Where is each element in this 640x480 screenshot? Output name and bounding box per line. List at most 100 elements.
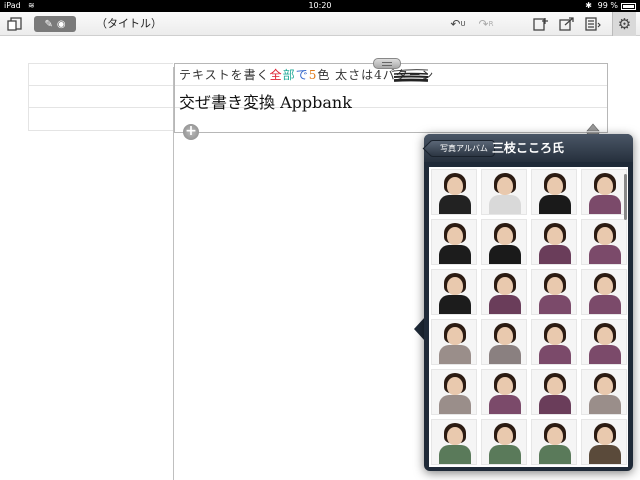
photo-face: [447, 327, 463, 345]
photo-face: [447, 177, 463, 195]
photo-thumbnail[interactable]: [531, 269, 577, 315]
photo-face: [447, 377, 463, 395]
photo-thumbnail[interactable]: [531, 169, 577, 215]
photo-body: [539, 395, 571, 414]
photo-thumbnail[interactable]: [431, 319, 477, 365]
photo-thumbnail[interactable]: [481, 169, 527, 215]
photo-body: [439, 195, 471, 214]
photo-body: [589, 395, 621, 414]
photo-album-popover: 写真アルバム 三枝こころ氏: [424, 134, 633, 471]
photo-face: [447, 427, 463, 445]
photo-body: [439, 295, 471, 314]
battery-percent: 99 %: [597, 1, 618, 10]
bluetooth-icon: ✱: [585, 1, 592, 10]
photo-face: [597, 277, 613, 295]
photo-face: [547, 327, 563, 345]
photo-body: [439, 245, 471, 264]
pencil-icon[interactable]: ✎: [44, 19, 52, 30]
photo-face: [497, 377, 513, 395]
photo-thumbnail[interactable]: [531, 319, 577, 365]
photo-face: [547, 427, 563, 445]
photo-body: [439, 445, 471, 464]
photo-body: [489, 295, 521, 314]
photo-thumbnail[interactable]: [481, 219, 527, 265]
photo-face: [497, 277, 513, 295]
photo-face: [547, 177, 563, 195]
export-icon: [559, 17, 574, 31]
ruled-line: [28, 85, 173, 86]
photo-thumbnail[interactable]: [431, 219, 477, 265]
photo-body: [589, 445, 621, 464]
photo-body: [539, 295, 571, 314]
photo-thumbnail[interactable]: [481, 319, 527, 365]
photo-thumbnail[interactable]: [481, 269, 527, 315]
photo-face: [497, 427, 513, 445]
popover-header: 写真アルバム 三枝こころ氏: [424, 134, 633, 162]
resize-handle[interactable]: [373, 58, 401, 69]
photo-thumbnail[interactable]: [431, 169, 477, 215]
photo-grid[interactable]: [429, 167, 628, 467]
toolbar: ✎ ◉ （タイトル） ↶ U ↷ R ⚙: [0, 12, 640, 36]
album-title: 三枝こころ氏: [492, 141, 565, 155]
photo-body: [439, 345, 471, 364]
photo-thumbnail[interactable]: [581, 319, 627, 365]
add-page-icon: [533, 18, 548, 31]
redo-button[interactable]: ↷ R: [476, 16, 496, 32]
photo-thumbnail[interactable]: [581, 369, 627, 415]
photo-face: [547, 377, 563, 395]
photo-body: [539, 195, 571, 214]
photo-body: [489, 395, 521, 414]
list-button[interactable]: [584, 16, 602, 32]
eye-icon[interactable]: ◉: [57, 19, 66, 30]
photo-face: [447, 227, 463, 245]
export-button[interactable]: [558, 16, 576, 32]
photo-face: [547, 277, 563, 295]
photo-body: [489, 195, 521, 214]
photo-face: [597, 377, 613, 395]
status-time: 10:20: [308, 1, 332, 10]
photo-face: [597, 227, 613, 245]
undo-icon: ↶: [450, 17, 461, 31]
photo-thumbnail[interactable]: [431, 269, 477, 315]
add-page-button[interactable]: [532, 16, 550, 32]
photo-thumbnail[interactable]: [431, 369, 477, 415]
photo-body: [589, 245, 621, 264]
photo-thumbnail[interactable]: [581, 269, 627, 315]
photo-thumbnail[interactable]: [531, 219, 577, 265]
photo-face: [597, 327, 613, 345]
edit-mode-toggle[interactable]: ✎ ◉: [34, 16, 76, 32]
photo-face: [547, 227, 563, 245]
redo-icon: ↷: [478, 17, 489, 31]
photo-thumbnail[interactable]: [581, 219, 627, 265]
photo-body: [539, 445, 571, 464]
photo-face: [497, 177, 513, 195]
settings-gear-icon[interactable]: ⚙: [612, 12, 636, 36]
text-edit-box[interactable]: テキストを書く全部で5色 太さは4パターン 交ぜ書き変換 Appbank: [174, 58, 608, 133]
photo-thumbnail[interactable]: [481, 369, 527, 415]
photo-thumbnail[interactable]: [481, 419, 527, 465]
list-icon: [585, 17, 601, 31]
photo-thumbnail[interactable]: [531, 369, 577, 415]
pages-icon[interactable]: [6, 16, 24, 32]
photo-body: [539, 245, 571, 264]
ruled-line: [28, 107, 173, 108]
photo-body: [589, 345, 621, 364]
scrollbar[interactable]: [624, 174, 627, 220]
photo-face: [497, 327, 513, 345]
typed-text[interactable]: 交ぜ書き変換 Appbank: [179, 89, 352, 113]
add-block-button[interactable]: +: [183, 124, 199, 140]
photo-album-back-button[interactable]: 写真アルバム: [429, 140, 495, 157]
pen-width-strokes: [393, 69, 429, 82]
note-title[interactable]: （タイトル）: [96, 16, 162, 32]
photo-body: [539, 345, 571, 364]
photo-thumbnail[interactable]: [581, 419, 627, 465]
photo-thumbnail[interactable]: [581, 169, 627, 215]
photo-face: [597, 427, 613, 445]
photo-body: [489, 345, 521, 364]
photo-thumbnail[interactable]: [431, 419, 477, 465]
photo-thumbnail[interactable]: [531, 419, 577, 465]
photo-face: [597, 177, 613, 195]
photo-body: [489, 245, 521, 264]
undo-button[interactable]: ↶ U: [448, 16, 468, 32]
photo-body: [439, 395, 471, 414]
